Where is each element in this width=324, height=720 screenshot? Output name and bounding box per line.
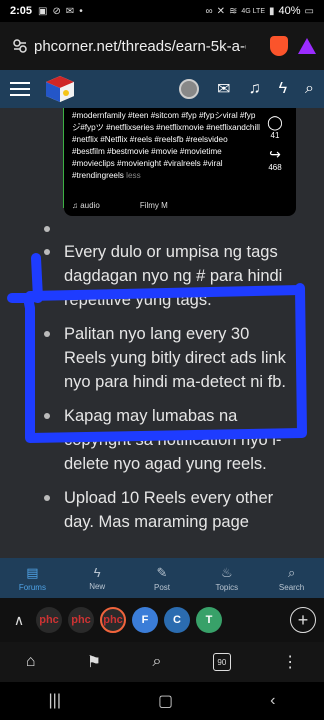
forum-nav: ▤ Forums ϟ New ✎ Post ♨ Topics ⌕ Search [0, 558, 324, 598]
bookmark-icon[interactable]: ⚑ [87, 652, 101, 672]
url-text[interactable]: phcorner.net/threads/earn-5k-a-da [34, 38, 246, 55]
browser-address-bar: phcorner.net/threads/earn-5k-a-da [0, 22, 324, 70]
tab-favicon[interactable]: phc [36, 607, 62, 633]
nav-label: New [89, 582, 106, 591]
clock: 2:05 [10, 5, 33, 17]
nav-topics[interactable]: ♨ Topics [194, 558, 259, 598]
mail-icon: ✉ [65, 5, 75, 17]
status-bar: 2:05 ▣ ⊘ ✉ • ∞ ✕ ≋ 4G LTE ▮ 40% ▭ [0, 0, 324, 22]
site-info-icon[interactable] [12, 38, 28, 54]
url-field[interactable]: phcorner.net/threads/earn-5k-a-da [8, 30, 264, 62]
site-header: ✉ ♫ ϟ ⌕ [0, 70, 324, 108]
tab-favicon[interactable]: phc [68, 607, 94, 633]
back-icon[interactable]: ‹ [270, 692, 275, 710]
new-tab-icon[interactable]: + [290, 607, 316, 633]
list-item [36, 226, 296, 234]
bell-icon[interactable]: ♫ [249, 80, 261, 98]
music-icon: ♫ [72, 201, 78, 210]
image-icon: ▣ [38, 5, 48, 17]
home-icon[interactable]: ⌂ [26, 653, 36, 671]
post-content: #modernfamily #teen #sitcom #fyp #fypシvi… [0, 108, 324, 558]
comment-icon[interactable]: ◯ [262, 114, 288, 131]
browser-toolbar: ⌂ ⚑ ⌕ 90 ⋮ [0, 642, 324, 682]
brave-rewards-icon[interactable] [298, 38, 316, 54]
chat-icon: ▤ [26, 564, 39, 580]
embedded-reel[interactable]: #modernfamily #teen #sitcom #fyp #fypシvi… [64, 108, 296, 216]
search-icon[interactable]: ⌕ [152, 653, 161, 671]
more-menu-icon[interactable]: ⋮ [282, 652, 298, 672]
tab-favicon[interactable]: T [196, 607, 222, 633]
signal-icon: ▮ [269, 5, 275, 17]
chevron-up-icon[interactable]: ∧ [8, 612, 30, 629]
tab-favicon[interactable]: C [164, 607, 190, 633]
battery-level: 40% [278, 5, 301, 17]
nav-forums[interactable]: ▤ Forums [0, 558, 65, 598]
system-nav: ||| ▢ ‹ [0, 682, 324, 720]
home-button-icon[interactable]: ▢ [158, 691, 173, 711]
list-item: Every dulo or umpisa ng tags dagdagan ny… [36, 240, 296, 312]
nav-label: Post [153, 582, 170, 592]
less-link[interactable]: less [126, 171, 141, 180]
nav-label: Topics [215, 582, 239, 592]
brave-shields-icon[interactable] [270, 36, 288, 56]
list-item: Kapag may lumabas na copyright sa notifi… [36, 404, 296, 476]
comment-count: 41 [270, 131, 280, 140]
bolt-icon: ϟ [93, 565, 101, 580]
tab-favicon-active[interactable]: phc [100, 607, 126, 633]
reel-footer: ♫ audio Filmy M [72, 201, 168, 210]
tab-favicon[interactable]: F [132, 607, 158, 633]
list-item: Upload 10 Reels every other day. Mas mar… [36, 486, 296, 534]
menu-icon[interactable] [10, 82, 30, 96]
dot-icon: • [79, 5, 83, 17]
nav-label: Search [278, 582, 305, 592]
reel-tags: #modernfamily #teen #sitcom #fyp #fypシvi… [72, 110, 260, 182]
recents-icon[interactable]: ||| [49, 692, 61, 710]
post-icon: ✎ [156, 564, 168, 580]
battery-icon: ▭ [304, 5, 314, 17]
creator-name[interactable]: Filmy M [140, 201, 168, 210]
avatar[interactable] [179, 79, 200, 99]
nav-search[interactable]: ⌕ Search [259, 558, 324, 598]
search-icon: ⌕ [287, 564, 296, 580]
reel-actions: ◯ 41 ↪ 468 [262, 108, 288, 172]
fire-icon: ♨ [220, 564, 233, 580]
audio-label: audio [80, 201, 100, 210]
mail-icon[interactable]: ✉ [217, 79, 230, 99]
wifi-off-icon: ⊘ [52, 5, 61, 17]
share-count: 468 [268, 163, 282, 172]
nav-new[interactable]: ϟ New [65, 558, 130, 598]
reel-tags-text: #modernfamily #teen #sitcom #fyp #fypシvi… [72, 111, 260, 180]
link-icon: ∞ [205, 5, 213, 17]
list-item: Palitan nyo lang every 30 Reels yung bit… [36, 322, 296, 394]
nav-label: Forums [18, 582, 46, 592]
nav-post[interactable]: ✎ Post [130, 558, 195, 598]
site-logo[interactable] [44, 74, 76, 104]
tab-count-button[interactable]: 90 [212, 653, 231, 671]
search-icon[interactable]: ⌕ [305, 80, 314, 98]
network-icon: ≋ [229, 5, 238, 17]
tips-list: Every dulo or umpisa ng tags dagdagan ny… [36, 226, 296, 544]
network-label: 4G LTE [241, 7, 265, 15]
volume-off-icon: ✕ [216, 5, 225, 17]
tab-strip: ∧ phc phc phc F C T + [0, 598, 324, 642]
bolt-icon[interactable]: ϟ [279, 80, 287, 98]
share-icon[interactable]: ↪ [262, 146, 288, 163]
